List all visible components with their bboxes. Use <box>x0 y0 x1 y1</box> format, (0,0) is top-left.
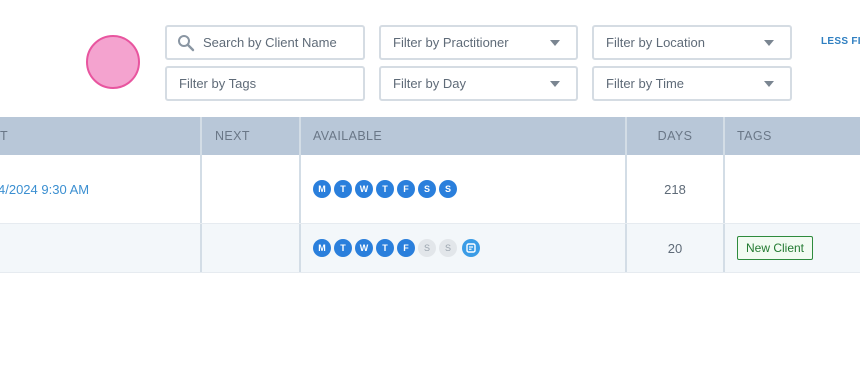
header-available[interactable]: AVAILABLE <box>299 117 625 155</box>
day-badge: S <box>439 239 457 257</box>
search-input[interactable]: Search by Client Name <box>165 25 365 60</box>
day-badge: T <box>376 180 394 198</box>
last-appointment-cell: 4/2024 9:30 AM <box>0 155 200 223</box>
time-filter-label: Filter by Time <box>606 76 685 91</box>
days-cell: 218 <box>625 155 723 223</box>
tags-cell: New Client <box>723 224 860 272</box>
location-filter[interactable]: Filter by Location <box>592 25 792 60</box>
table-header: T NEXT AVAILABLE DAYS TAGS <box>0 117 860 155</box>
day-badge: T <box>376 239 394 257</box>
chevron-down-icon <box>764 40 774 46</box>
days-value: 218 <box>664 181 686 197</box>
day-badge: M <box>313 180 331 198</box>
day-badge: M <box>313 239 331 257</box>
header-last[interactable]: T <box>0 117 200 155</box>
header-tags[interactable]: TAGS <box>723 117 860 155</box>
availability-cell: MTWTFSS <box>299 224 625 272</box>
day-badge: F <box>397 180 415 198</box>
practitioner-filter-label: Filter by Practitioner <box>393 35 509 50</box>
search-icon <box>178 34 195 51</box>
header-days[interactable]: DAYS <box>625 117 723 155</box>
chevron-down-icon <box>550 40 560 46</box>
next-appointment-cell <box>200 155 299 223</box>
tags-filter-label: Filter by Tags <box>179 76 257 91</box>
day-filter-label: Filter by Day <box>393 76 466 91</box>
availability-days: MTWTFSS <box>313 239 457 257</box>
tag-badge[interactable]: New Client <box>737 236 814 260</box>
day-badge: S <box>418 239 436 257</box>
note-glyph-icon <box>466 243 476 253</box>
day-badge: T <box>334 180 352 198</box>
practitioner-filter[interactable]: Filter by Practitioner <box>379 25 578 60</box>
day-filter[interactable]: Filter by Day <box>379 66 578 101</box>
next-appointment-cell <box>200 224 299 272</box>
day-badge: S <box>439 180 457 198</box>
clients-table: T NEXT AVAILABLE DAYS TAGS 4/2024 9:30 A… <box>0 117 860 273</box>
table-row[interactable]: MTWTFSS 20 New Client <box>0 224 860 273</box>
day-badge: T <box>334 239 352 257</box>
search-placeholder: Search by Client Name <box>203 35 337 50</box>
header-next[interactable]: NEXT <box>200 117 299 155</box>
day-badge: W <box>355 239 373 257</box>
last-appointment-cell <box>0 224 200 272</box>
tags-cell <box>723 155 860 223</box>
availability-cell: MTWTFSS <box>299 155 625 223</box>
day-badge: F <box>397 239 415 257</box>
time-filter[interactable]: Filter by Time <box>592 66 792 101</box>
chevron-down-icon <box>550 81 560 87</box>
day-badge: S <box>418 180 436 198</box>
chevron-down-icon <box>764 81 774 87</box>
table-row[interactable]: 4/2024 9:30 AM MTWTFSS 218 <box>0 155 860 224</box>
days-cell: 20 <box>625 224 723 272</box>
location-filter-label: Filter by Location <box>606 35 705 50</box>
days-value: 20 <box>667 240 683 256</box>
less-filters-link[interactable]: LESS FI <box>821 36 860 47</box>
last-appointment-link[interactable]: 4/2024 9:30 AM <box>0 182 89 197</box>
note-icon[interactable] <box>462 239 480 257</box>
tags-filter[interactable]: Filter by Tags <box>165 66 365 101</box>
availability-days: MTWTFSS <box>313 180 457 198</box>
day-badge: W <box>355 180 373 198</box>
click-indicator <box>86 35 140 89</box>
